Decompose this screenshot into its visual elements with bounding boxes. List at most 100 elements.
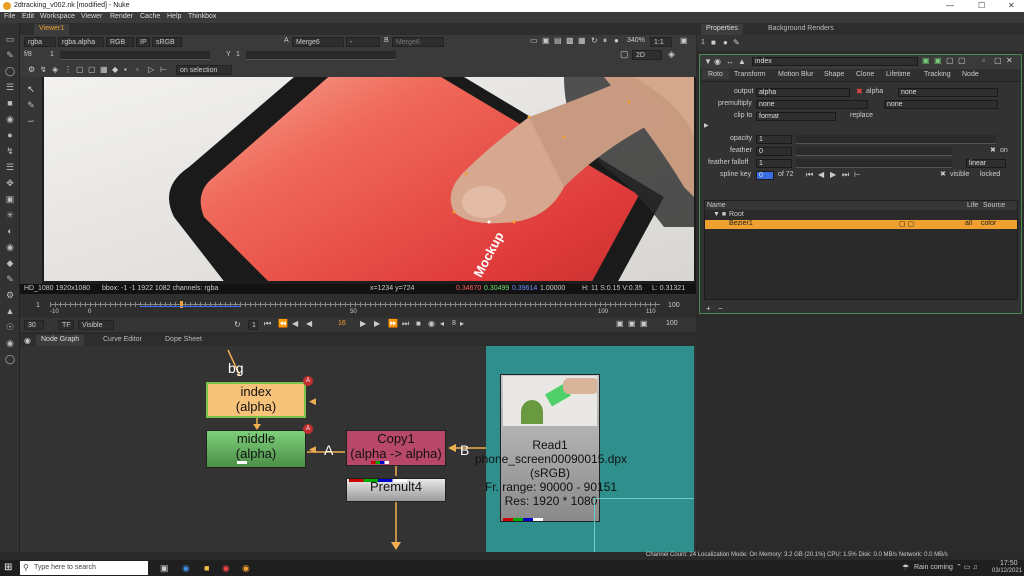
settings-icon[interactable]: ⚙ (28, 65, 35, 74)
pause-icon[interactable]: ⏸ (603, 36, 607, 46)
splinekey-field[interactable]: 0 (756, 171, 774, 180)
edge-icon[interactable]: ◉ (182, 563, 190, 574)
label-icon[interactable]: ⊢ (160, 65, 167, 74)
step-forward-icon[interactable]: ▸ (460, 319, 464, 328)
tab-node[interactable]: Node (956, 70, 985, 79)
roto-node-index[interactable]: index (alpha) (206, 382, 306, 418)
output-extra-dropdown[interactable]: none (898, 88, 998, 97)
menu-render[interactable]: Render (110, 13, 133, 20)
color-tool-icon[interactable]: ■ (4, 97, 16, 109)
premultiply-extra-dropdown[interactable]: none (884, 100, 998, 109)
close-panel-icon[interactable]: ▢ (994, 56, 1002, 65)
loop-icon[interactable]: ↻ (234, 320, 241, 329)
float-icon[interactable]: ▲ (738, 57, 746, 66)
prev-key-icon[interactable]: ⏪ (278, 319, 288, 328)
points-icon[interactable]: ⋮ (64, 65, 72, 74)
viewer-canvas[interactable]: ↖ ✎ ∽ Mockup (20, 77, 696, 284)
falloff-field[interactable]: 1 (756, 159, 792, 168)
curve-tool-icon[interactable]: ∽ (25, 115, 37, 127)
bezier-tool-icon[interactable]: ✎ (25, 99, 37, 111)
explorer-icon[interactable]: ■ (204, 563, 209, 573)
opacity-slider[interactable] (796, 135, 996, 144)
clipto-dropdown[interactable]: format (756, 112, 836, 121)
next-key-icon[interactable]: ▶ (830, 170, 836, 179)
opacity-field[interactable]: 1 (756, 135, 792, 144)
menu-workspace[interactable]: Workspace (40, 13, 75, 20)
select-tool-icon[interactable]: ↖ (25, 83, 37, 95)
zoom-value[interactable]: 340% (627, 37, 645, 44)
mask-input-arrow-icon[interactable]: ◀ (309, 444, 316, 455)
view-dropdown[interactable]: 2D (632, 50, 662, 60)
task-view-icon[interactable]: ▣ (160, 563, 169, 574)
list-row-root[interactable]: ▼ ■ Root (705, 211, 1017, 219)
toggle-icon[interactable]: ▫ (982, 56, 985, 65)
falloff-slider[interactable] (796, 159, 952, 168)
visible-checkbox[interactable]: ✖ (940, 170, 946, 178)
help-icon[interactable]: ◉ (714, 57, 721, 66)
merge-tool-icon[interactable]: ↯ (4, 145, 16, 157)
onion-icon[interactable]: ▷ (148, 65, 154, 74)
toolsets-tool-icon[interactable]: ✎ (4, 273, 16, 285)
add-key-icon[interactable]: ⊢ (854, 170, 861, 179)
menu-edit[interactable]: Edit (22, 13, 34, 20)
tab-lifetime[interactable]: Lifetime (880, 70, 917, 79)
bezier-visible-icon[interactable]: ▢ ▢ (899, 220, 914, 228)
roi-icon[interactable]: ▭ (530, 36, 538, 45)
lock-icon[interactable]: ● (614, 36, 619, 45)
fullscreen-icon[interactable]: ▣ (680, 36, 688, 45)
max-panels-field[interactable]: 1 (701, 39, 705, 46)
krakatoa-tool-icon[interactable]: ◯ (4, 353, 16, 365)
feather-on-checkbox[interactable]: ✖ (990, 146, 996, 154)
menu-help[interactable]: Help (167, 13, 181, 20)
region-icon[interactable]: ▤ (554, 36, 562, 45)
keyer-tool-icon[interactable]: ● (4, 129, 16, 141)
plugin-tool-icon[interactable]: ☉ (4, 321, 16, 333)
proxy-dropdown[interactable]: 1:1 (650, 37, 672, 47)
view-mode-icon[interactable]: ▢ (620, 49, 629, 60)
close-icon[interactable]: ✕ (1008, 1, 1015, 10)
nuke-taskbar-icon[interactable]: ◉ (242, 563, 250, 574)
link-icon[interactable]: ↯ (40, 65, 47, 74)
3d-tool-icon[interactable]: ▣ (4, 193, 16, 205)
flipbook-icon[interactable]: ▣ (616, 319, 624, 328)
play-icon[interactable]: ▶ (360, 319, 366, 328)
next-key-icon[interactable]: ⏩ (388, 319, 398, 328)
menu-thinkbox[interactable]: Thinkbox (188, 13, 216, 20)
read-node[interactable]: Read1 phone_screen00090015.dpx (sRGB) Fr… (475, 374, 627, 522)
tab-roto[interactable]: Roto (702, 70, 729, 79)
minimize-icon[interactable]: — (946, 1, 954, 10)
layer-dropdown[interactable]: rgba.alpha (58, 37, 104, 47)
float-panel-icon[interactable]: ✎ (733, 38, 740, 47)
frame-mode-dropdown[interactable]: on selection (176, 65, 232, 75)
premultiply-dropdown[interactable]: none (756, 100, 868, 109)
out-point-field[interactable]: 100 (666, 320, 678, 327)
image-tool-icon[interactable]: ▭ (4, 33, 16, 45)
next-step-icon[interactable]: ▶ (374, 319, 380, 328)
tab-curve-editor[interactable]: Curve Editor (98, 335, 147, 346)
lock-panel-icon[interactable]: ● (723, 38, 728, 47)
autokey-icon[interactable]: ▫ (136, 65, 139, 74)
panel-menu-icon[interactable]: ◉ (24, 336, 31, 345)
roto-node-middle[interactable]: middle (alpha) (206, 430, 306, 468)
feather-icon[interactable]: ◈ (52, 65, 58, 74)
prev-key-icon[interactable]: ◀ (818, 170, 824, 179)
curves-list[interactable]: Name Life Source ▼ ■ Root Bezier1 ▢ ▢ al… (704, 200, 1018, 300)
other-tool-icon[interactable]: ⚙ (4, 289, 16, 301)
b-input-dropdown[interactable]: Merge6 (392, 37, 444, 47)
ripple-icon[interactable]: ▪ (124, 65, 127, 74)
ofx-tool-icon[interactable]: ◉ (4, 337, 16, 349)
alpha-checkbox[interactable]: ✖ (856, 87, 863, 96)
timeline[interactable]: 1 -10 0 50 100 110 100 (20, 294, 696, 318)
weather-text[interactable]: Rain coming (914, 564, 953, 571)
filter-tool-icon[interactable]: ◉ (4, 113, 16, 125)
tab-tracking[interactable]: Tracking (918, 70, 957, 79)
expand-icon[interactable]: ▶ (704, 122, 709, 129)
first-key-icon[interactable]: ⏮ (806, 170, 813, 180)
transform-tool-icon[interactable]: ✥ (4, 177, 16, 189)
play-back-icon[interactable]: ◀ (306, 319, 312, 328)
windows-start-icon[interactable]: ⊞ (4, 562, 12, 573)
mask-input-arrow-icon[interactable]: ◀ (309, 396, 316, 407)
stop-icon[interactable]: ■ (416, 319, 421, 328)
gain-value[interactable]: 1 (50, 51, 54, 58)
views-tool-icon[interactable]: ◉ (4, 241, 16, 253)
